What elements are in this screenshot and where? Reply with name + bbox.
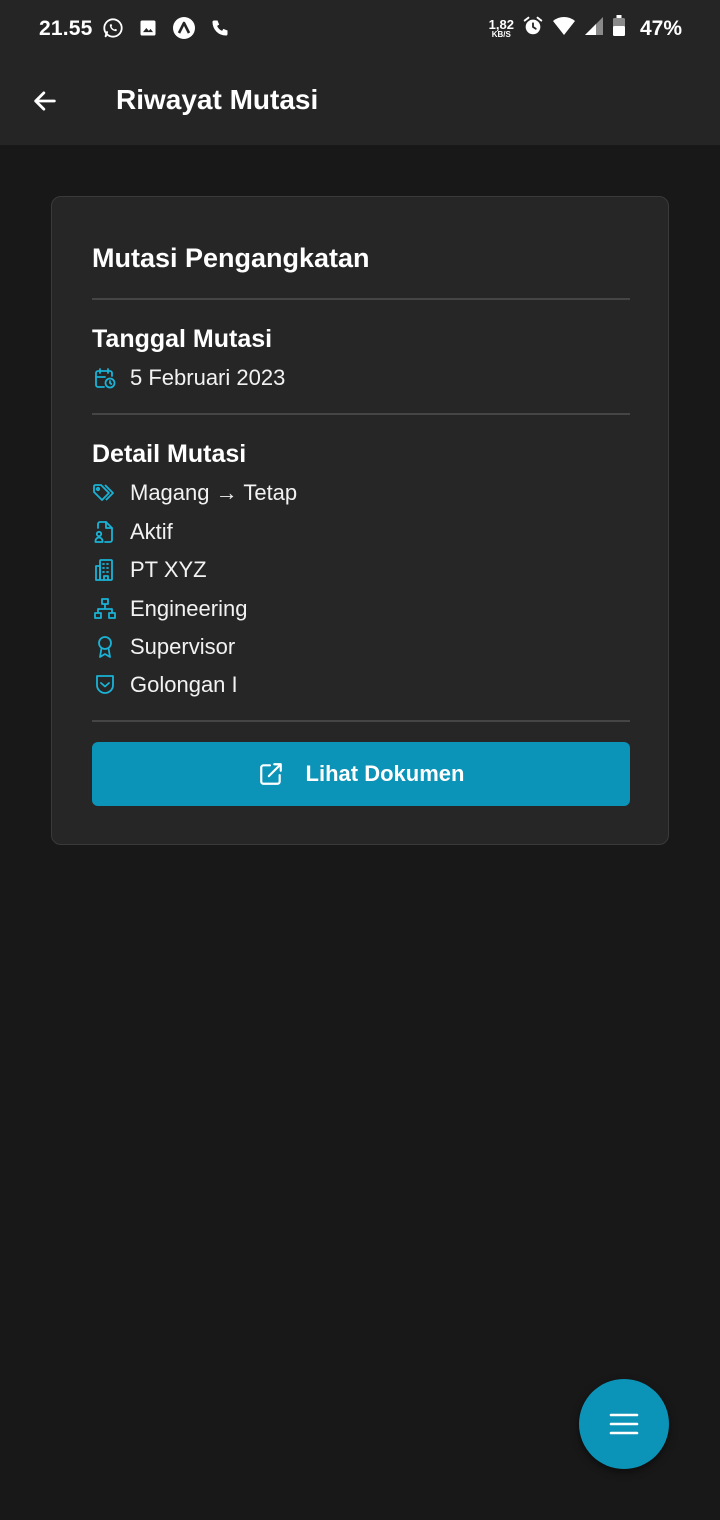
date-value: 5 Februari 2023	[130, 365, 286, 390]
app-a-icon	[172, 16, 196, 40]
file-user-icon	[92, 519, 118, 545]
back-button[interactable]	[28, 84, 62, 118]
phone-icon	[210, 18, 230, 38]
menu-fab[interactable]	[579, 1379, 669, 1469]
battery-percentage: 47%	[639, 16, 682, 40]
date-row: 5 Februari 2023	[92, 363, 285, 393]
image-icon	[138, 18, 158, 38]
status-bar: 21.55 1,82 KB/S 47%	[0, 0, 720, 56]
mutation-card: Mutasi Pengangkatan Tanggal Mutasi 5 Feb…	[51, 196, 669, 845]
whatsapp-icon	[102, 17, 124, 39]
divider	[92, 413, 630, 415]
status-time: 21.55	[39, 17, 93, 40]
page-title: Riwayat Mutasi	[116, 84, 319, 115]
detail-item-company: PT XYZ	[92, 555, 207, 585]
date-section-title: Tanggal Mutasi	[92, 325, 273, 353]
detail-section-title: Detail Mutasi	[92, 440, 247, 468]
external-link-icon	[259, 763, 282, 785]
card-title: Mutasi Pengangkatan	[92, 243, 370, 273]
building-icon	[92, 557, 118, 583]
alarm-icon	[522, 15, 544, 42]
detail-item-position: Supervisor	[92, 632, 235, 662]
view-document-label: Lihat Dokumen	[305, 761, 465, 786]
shield-chevron-icon	[92, 672, 118, 698]
detail-item-status-change: Magang → Tetap	[92, 478, 297, 508]
app-bar: Riwayat Mutasi	[0, 56, 720, 145]
wifi-icon	[552, 15, 576, 42]
divider	[92, 298, 630, 300]
notification-icons	[102, 16, 230, 40]
calendar-clock-icon	[92, 365, 118, 391]
divider	[92, 720, 630, 722]
award-icon	[92, 634, 118, 660]
view-document-button[interactable]: Lihat Dokumen	[92, 742, 630, 806]
org-chart-icon	[92, 596, 118, 622]
detail-item-grade: Golongan I	[92, 670, 238, 700]
menu-icon	[609, 1413, 639, 1435]
signal-icon	[584, 16, 604, 41]
detail-item-department: Engineering	[92, 594, 247, 624]
battery-icon	[612, 15, 626, 42]
detail-item-status: Aktif	[92, 517, 173, 547]
status-right: 1,82 KB/S 47%	[489, 15, 682, 42]
tags-icon	[92, 480, 118, 506]
arrow-left-icon	[34, 91, 56, 111]
network-speed: 1,82 KB/S	[488, 17, 514, 39]
